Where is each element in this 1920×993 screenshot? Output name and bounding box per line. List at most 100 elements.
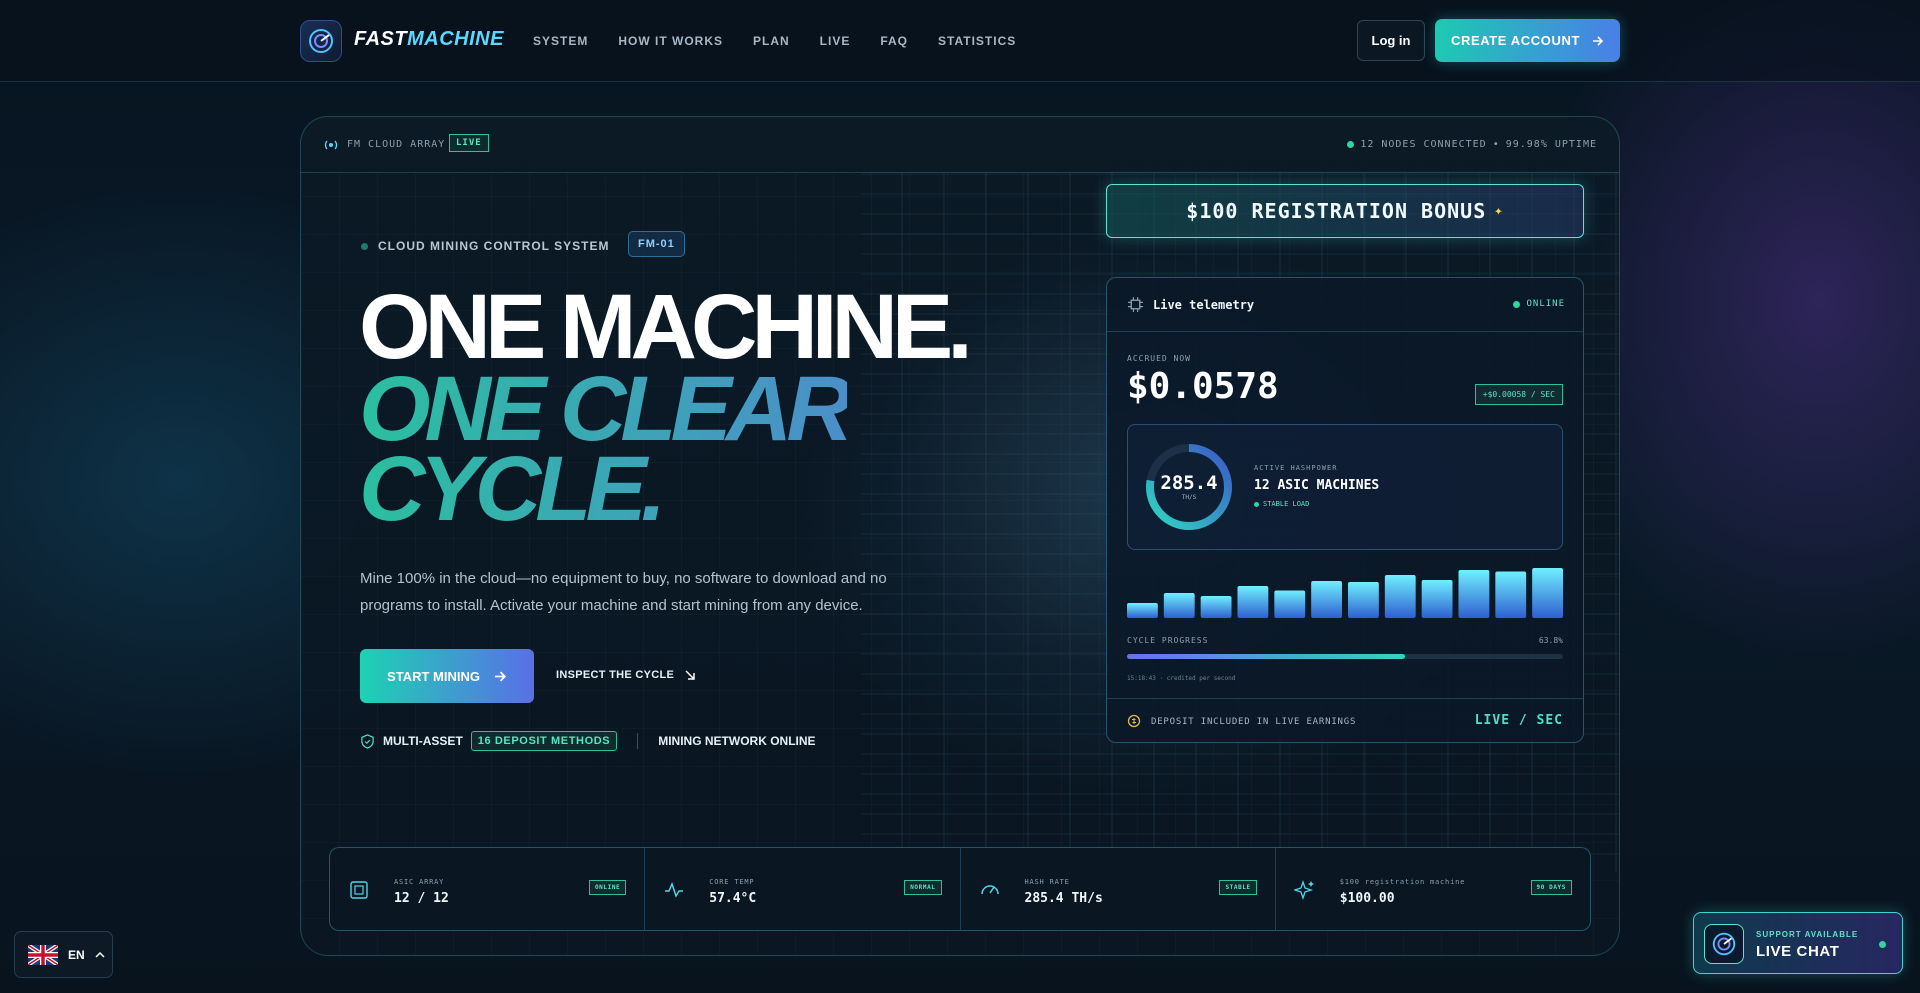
- main-menu: SYSTEM HOW IT WORKS PLAN LIVE FAQ STATIS…: [533, 34, 1016, 48]
- registration-bonus-banner[interactable]: $100 REGISTRATION BONUS ✦: [1106, 184, 1584, 238]
- system-label: CLOUD MINING CONTROL SYSTEM: [361, 239, 609, 253]
- stat-value: 12 / 12: [394, 891, 449, 906]
- uptime: 99.98% UPTIME: [1505, 139, 1597, 150]
- machine-count: 12 ASIC MACHINES: [1254, 478, 1380, 493]
- hashrate-bar: [1421, 580, 1453, 618]
- inspect-cycle-link[interactable]: INSPECT THE CYCLE: [556, 669, 696, 681]
- stat-value: 285.4 TH/s: [1024, 891, 1103, 906]
- system-label-text: CLOUD MINING CONTROL SYSTEM: [378, 239, 610, 253]
- hashpower-unit: TH/S: [1181, 494, 1197, 501]
- stat-hash-rate: HASH RATE 285.4 TH/s STABLE: [961, 848, 1276, 930]
- asset-row: MULTI-ASSET 16 DEPOSIT METHODS MINING NE…: [360, 731, 816, 751]
- logo-icon[interactable]: [300, 20, 342, 62]
- hero-panel: FM CLOUD ARRAY LIVE 12 NODES CONNECTED •…: [300, 116, 1620, 956]
- deposit-methods-badge: 16 DEPOSIT METHODS: [470, 731, 618, 751]
- language-selector[interactable]: EN: [14, 931, 113, 978]
- sparkle-icon: ✦: [1494, 203, 1504, 219]
- nav-how-it-works[interactable]: HOW IT WORKS: [618, 34, 723, 48]
- nav-system[interactable]: SYSTEM: [533, 34, 588, 48]
- arrow-right-icon: [1593, 35, 1604, 46]
- live-per-second: LIVE / SEC: [1474, 713, 1563, 728]
- hero-description: Mine 100% in the cloud—no equipment to b…: [360, 570, 887, 614]
- chevron-up-icon: [95, 951, 105, 958]
- hashrate-bar: [1532, 568, 1563, 618]
- stat-registration-machine: $100 registration machine $100.00 90 DAY…: [1276, 848, 1590, 930]
- nav-faq[interactable]: FAQ: [880, 34, 908, 48]
- stat-value: 57.4°C: [709, 891, 757, 906]
- status-dot: [1513, 300, 1521, 308]
- live-badge: LIVE: [449, 134, 489, 152]
- hashrate-bar: [1274, 590, 1306, 618]
- sparkle-icon: [1293, 879, 1314, 901]
- hashpower-label: ACTIVE HASHPOWER: [1254, 464, 1338, 472]
- start-mining-label: START MINING: [387, 668, 480, 684]
- cycle-progress-fill: [1127, 654, 1406, 659]
- nav-plan[interactable]: PLAN: [753, 34, 790, 48]
- status-dot: [361, 242, 368, 250]
- hashrate-bar: [1348, 582, 1379, 618]
- headline-line-1: ONE MACHINE.: [359, 276, 973, 378]
- stat-asic-array: ASIC ARRAY 12 / 12 ONLINE: [330, 848, 646, 930]
- hashpower-value: 285.4: [1160, 472, 1218, 494]
- language-code: EN: [68, 947, 85, 962]
- accrued-value: $0.0578: [1127, 366, 1279, 407]
- accrued-label: ACCRUED NOW: [1127, 354, 1191, 363]
- status-dot: [1879, 941, 1886, 948]
- hashrate-bar: [1495, 571, 1527, 618]
- rate-badge: +$0.00058 / SEC: [1474, 384, 1563, 405]
- brand-name[interactable]: FASTMACHINE: [354, 28, 504, 51]
- status-dot: [1254, 501, 1259, 507]
- stat-label: $100 registration machine: [1339, 878, 1466, 886]
- create-account-button[interactable]: CREATE ACCOUNT: [1435, 19, 1620, 62]
- chat-title: LIVE CHAT: [1756, 943, 1840, 960]
- hashrate-bar: [1163, 593, 1195, 618]
- credit-note: 15:18:43 · credited per second: [1127, 675, 1236, 682]
- nav-statistics[interactable]: STATISTICS: [938, 34, 1016, 48]
- hashrate-bar: [1127, 603, 1158, 618]
- live-chat-widget[interactable]: SUPPORT AVAILABLE LIVE CHAT: [1693, 912, 1903, 974]
- cycle-progress-label: CYCLE PROGRESS: [1127, 636, 1209, 645]
- bonus-text: $100 REGISTRATION BONUS: [1186, 199, 1487, 223]
- login-button[interactable]: Log in: [1357, 20, 1425, 61]
- chip-icon: [350, 881, 368, 899]
- stat-core-temp: CORE TEMP 57.4°C NORMAL: [645, 848, 961, 930]
- headline-line-2: ONE CLEAR CYCLE.: [359, 369, 847, 529]
- model-badge: FM-01: [628, 231, 685, 257]
- uk-flag-icon: [28, 944, 58, 965]
- broadcast-icon: [324, 140, 338, 150]
- coin-icon: [1127, 714, 1141, 728]
- cpu-icon: [1128, 297, 1143, 312]
- deposit-included-label: DEPOSIT INCLUDED IN LIVE EARNINGS: [1151, 717, 1357, 727]
- stat-badge: 90 DAYS: [1530, 880, 1572, 895]
- hashrate-bar: [1458, 570, 1490, 618]
- status-dot: [1347, 141, 1355, 148]
- stats-bar: ASIC ARRAY 12 / 12 ONLINE CORE TEMP 57.4…: [329, 847, 1591, 931]
- nodes-connected: 12 NODES CONNECTED: [1360, 139, 1487, 150]
- chat-subtitle: SUPPORT AVAILABLE: [1756, 930, 1859, 939]
- stat-label: CORE TEMP: [709, 878, 755, 886]
- top-navbar: FASTMACHINE SYSTEM HOW IT WORKS PLAN LIV…: [0, 0, 1920, 82]
- telemetry-header: Live telemetry ONLINE: [1107, 278, 1583, 332]
- network-status: MINING NETWORK ONLINE: [658, 734, 816, 748]
- inspect-cycle-label: INSPECT THE CYCLE: [556, 669, 675, 681]
- shield-check-icon: [361, 733, 374, 749]
- multi-asset-label: MULTI-ASSET: [383, 734, 463, 748]
- telemetry-footer: DEPOSIT INCLUDED IN LIVE EARNINGS LIVE /…: [1107, 698, 1583, 744]
- hashrate-bar: [1237, 586, 1269, 618]
- hashrate-bar: [1311, 581, 1342, 618]
- headline-line-3-text: CYCLE.: [359, 438, 661, 540]
- divider: [637, 733, 639, 749]
- nav-live[interactable]: LIVE: [820, 34, 851, 48]
- hashpower-box: 285.4 TH/S ACTIVE HASHPOWER 12 ASIC MACH…: [1127, 424, 1563, 550]
- hashrate-bar: [1200, 596, 1232, 618]
- gauge-icon: [980, 885, 999, 895]
- stat-badge: ONLINE: [588, 880, 627, 895]
- hashrate-bar-chart: [1127, 568, 1563, 618]
- cycle-progress-bar: [1127, 654, 1563, 659]
- hashrate-bar: [1384, 575, 1416, 618]
- nodes-status: 12 NODES CONNECTED • 99.98% UPTIME: [1347, 139, 1597, 150]
- stat-label: HASH RATE: [1024, 878, 1070, 886]
- stat-badge: NORMAL: [904, 880, 942, 895]
- load-status: STABLE LOAD: [1254, 500, 1309, 508]
- start-mining-button[interactable]: START MINING: [360, 649, 534, 703]
